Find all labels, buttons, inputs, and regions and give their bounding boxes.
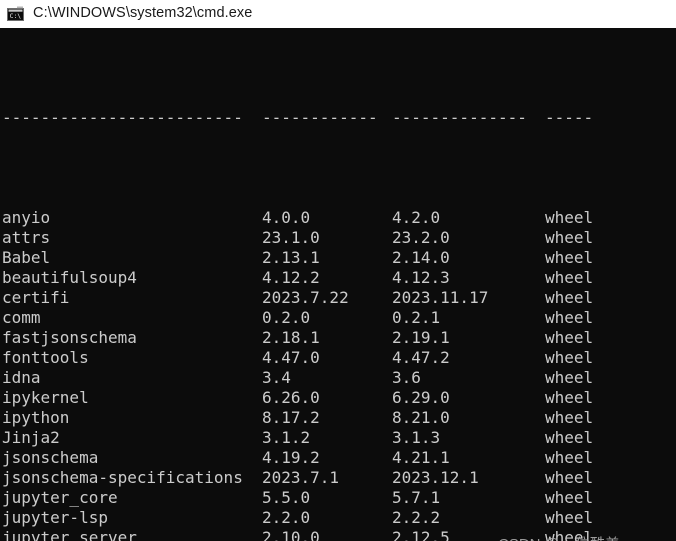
table-row: certifi 2023.7.22 2023.11.17 wheel — [0, 288, 676, 308]
cell-version: 23.1.0 — [262, 228, 320, 247]
cell-version: 3.1.2 — [262, 428, 311, 447]
cell-version: 4.12.2 — [262, 268, 320, 287]
cell-latest: 3.1.3 — [392, 428, 441, 447]
cell-package-name: Babel — [2, 248, 51, 267]
cell-latest: 8.21.0 — [392, 408, 450, 427]
cell-latest: 6.29.0 — [392, 388, 450, 407]
cell-version: 2023.7.22 — [262, 288, 349, 307]
cell-type: wheel — [545, 508, 594, 527]
table-row: ipython 8.17.2 8.21.0 wheel — [0, 408, 676, 428]
cell-version: 6.26.0 — [262, 388, 320, 407]
separator-type: ----- — [545, 108, 594, 127]
cell-type: wheel — [545, 528, 594, 541]
cell-latest: 0.2.1 — [392, 308, 441, 327]
window-title: C:\WINDOWS\system32\cmd.exe — [33, 5, 253, 22]
svg-text:C:\: C:\ — [10, 12, 22, 20]
table-row: ipykernel 6.26.0 6.29.0 wheel — [0, 388, 676, 408]
cell-latest: 2.2.2 — [392, 508, 441, 527]
cell-type: wheel — [545, 388, 594, 407]
cell-package-name: jupyter_core — [2, 488, 118, 507]
cell-version: 8.17.2 — [262, 408, 320, 427]
cell-package-name: comm — [2, 308, 41, 327]
cell-package-name: jsonschema-specifications — [2, 468, 243, 487]
cell-package-name: fonttools — [2, 348, 89, 367]
cell-version: 2.2.0 — [262, 508, 311, 527]
cell-type: wheel — [545, 368, 594, 387]
cell-type: wheel — [545, 428, 594, 447]
cell-package-name: jupyter-lsp — [2, 508, 108, 527]
cell-latest: 2023.11.17 — [392, 288, 489, 307]
cell-type: wheel — [545, 468, 594, 487]
cell-type: wheel — [545, 308, 594, 327]
table-row: jupyter_server 2.10.0 2.12.5 wheel — [0, 528, 676, 541]
cell-package-name: anyio — [2, 208, 51, 227]
table-row: jupyter-lsp 2.2.0 2.2.2 wheel — [0, 508, 676, 528]
cell-package-name: idna — [2, 368, 41, 387]
separator-latest: -------------- — [392, 108, 527, 127]
cell-version: 2023.7.1 — [262, 468, 340, 487]
cell-package-name: ipykernel — [2, 388, 89, 407]
cell-package-name: certifi — [2, 288, 70, 307]
console-output-area[interactable]: ------------------------- ------------ -… — [0, 28, 676, 541]
table-row: Jinja2 3.1.2 3.1.3 wheel — [0, 428, 676, 448]
cell-package-name: fastjsonschema — [2, 328, 137, 347]
cell-type: wheel — [545, 228, 594, 247]
cmd-window: C:\ C:\WINDOWS\system32\cmd.exe --------… — [0, 0, 676, 541]
cell-package-name: jupyter_server — [2, 528, 137, 541]
cell-version: 2.13.1 — [262, 248, 320, 267]
table-rows-host: anyio 4.0.0 4.2.0 wheel attrs 23.1.0 23.2.0 whe… — [0, 208, 676, 541]
cell-type: wheel — [545, 248, 594, 267]
separator-name: ------------------------- — [2, 108, 243, 127]
cmd-console-icon: C:\ — [7, 6, 24, 21]
cell-package-name: Jinja2 — [2, 428, 60, 447]
cell-version: 0.2.0 — [262, 308, 311, 327]
table-row: anyio 4.0.0 4.2.0 wheel — [0, 208, 676, 228]
cell-type: wheel — [545, 408, 594, 427]
cell-type: wheel — [545, 328, 594, 347]
cell-type: wheel — [545, 268, 594, 287]
table-row: comm 0.2.0 0.2.1 wheel — [0, 308, 676, 328]
window-titlebar[interactable]: C:\ C:\WINDOWS\system32\cmd.exe — [0, 0, 676, 28]
cell-type: wheel — [545, 288, 594, 307]
cell-latest: 2.19.1 — [392, 328, 450, 347]
cell-latest: 2.14.0 — [392, 248, 450, 267]
cell-version: 3.4 — [262, 368, 291, 387]
pip-list-outdated-table: ------------------------- ------------ -… — [0, 28, 676, 541]
cell-type: wheel — [545, 448, 594, 467]
cell-latest: 23.2.0 — [392, 228, 450, 247]
table-row: idna 3.4 3.6 wheel — [0, 368, 676, 388]
cell-latest: 4.21.1 — [392, 448, 450, 467]
cell-latest: 4.47.2 — [392, 348, 450, 367]
table-separator-row: ------------------------- ------------ -… — [0, 108, 676, 128]
table-row: Babel 2.13.1 2.14.0 wheel — [0, 248, 676, 268]
cell-latest: 3.6 — [392, 368, 421, 387]
cell-package-name: beautifulsoup4 — [2, 268, 137, 287]
table-row: attrs 23.1.0 23.2.0 wheel — [0, 228, 676, 248]
cell-latest: 4.12.3 — [392, 268, 450, 287]
cell-version: 2.18.1 — [262, 328, 320, 347]
cell-latest: 5.7.1 — [392, 488, 441, 507]
cell-latest: 2023.12.1 — [392, 468, 479, 487]
cell-package-name: jsonschema — [2, 448, 99, 467]
cell-version: 2.10.0 — [262, 528, 320, 541]
table-row: beautifulsoup4 4.12.2 4.12.3 wheel — [0, 268, 676, 288]
table-row: jupyter_core 5.5.0 5.7.1 wheel — [0, 488, 676, 508]
cell-type: wheel — [545, 488, 594, 507]
cell-package-name: attrs — [2, 228, 51, 247]
table-row: fonttools 4.47.0 4.47.2 wheel — [0, 348, 676, 368]
cell-type: wheel — [545, 348, 594, 367]
cell-package-name: ipython — [2, 408, 70, 427]
cell-latest: 4.2.0 — [392, 208, 441, 227]
table-row: fastjsonschema 2.18.1 2.19.1 wheel — [0, 328, 676, 348]
cell-version: 4.0.0 — [262, 208, 311, 227]
cell-type: wheel — [545, 208, 594, 227]
table-row: jsonschema-specifications 2023.7.1 2023.12… — [0, 468, 676, 488]
cell-version: 4.19.2 — [262, 448, 320, 467]
cell-latest: 2.12.5 — [392, 528, 450, 541]
cell-version: 4.47.0 — [262, 348, 320, 367]
cell-version: 5.5.0 — [262, 488, 311, 507]
separator-version: ------------ — [262, 108, 378, 127]
table-row: jsonschema 4.19.2 4.21.1 wheel — [0, 448, 676, 468]
